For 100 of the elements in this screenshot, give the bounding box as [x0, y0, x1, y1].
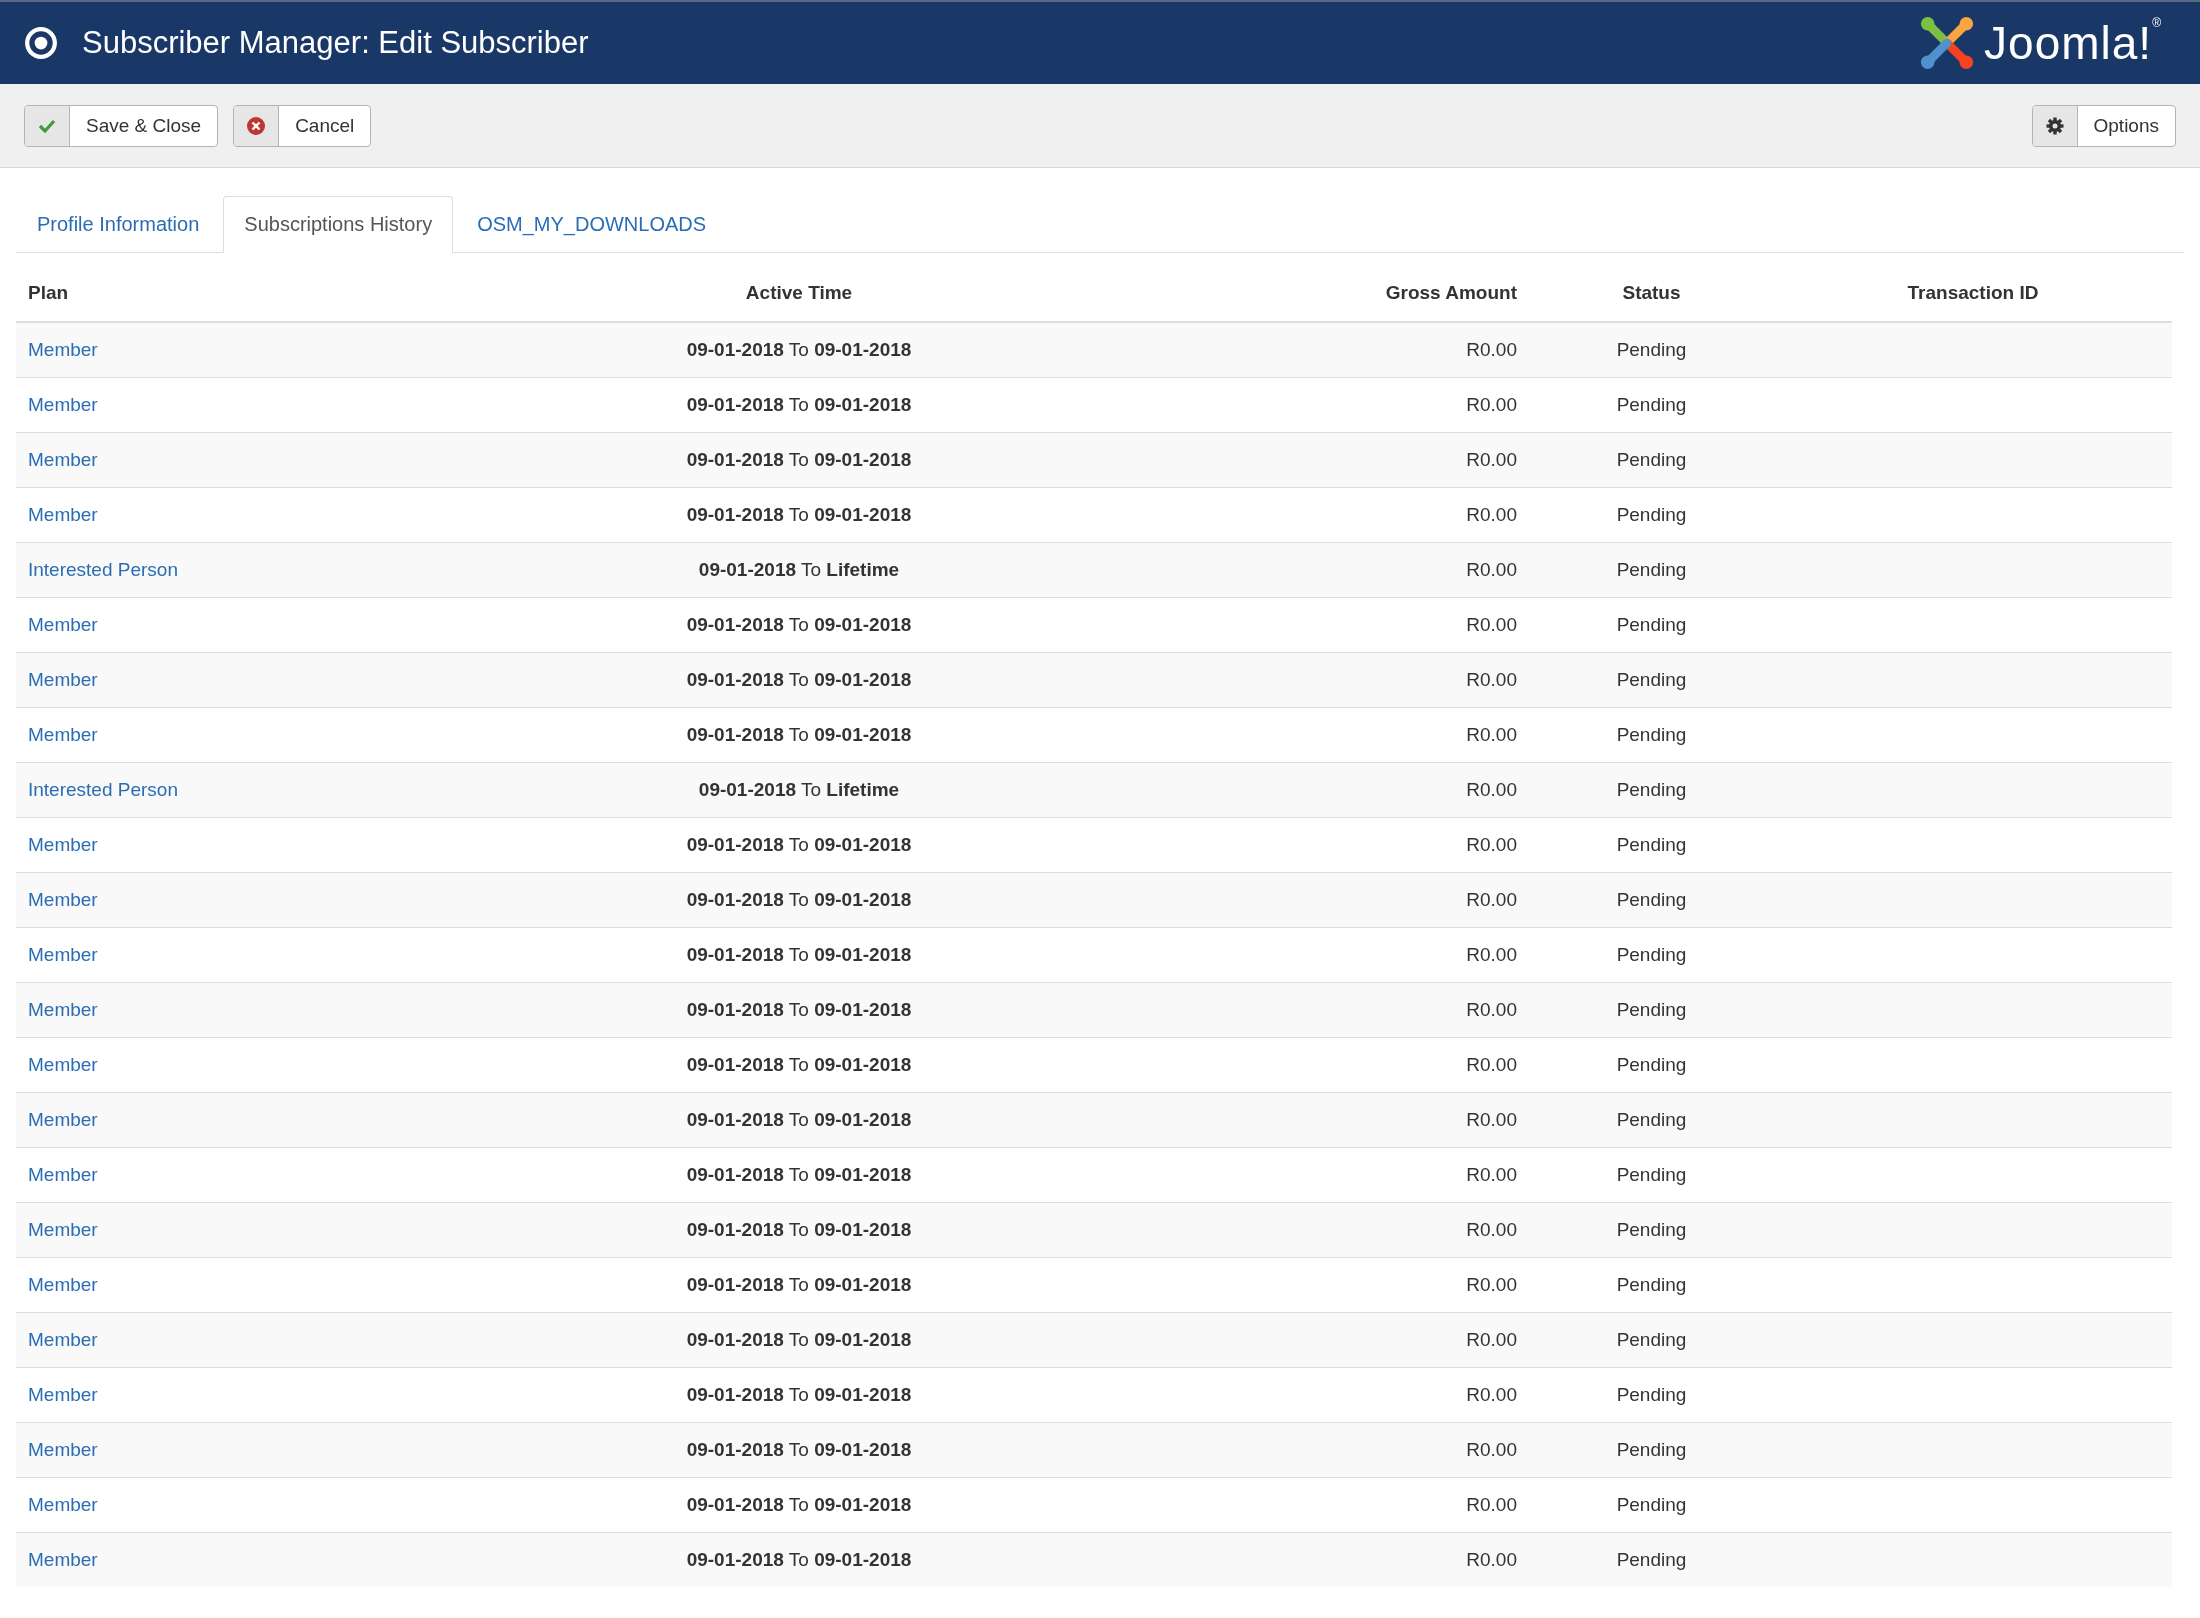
close-icon [246, 115, 267, 136]
active-time: 09-01-2018 To 09-01-2018 [686, 1273, 912, 1295]
status-text: Pending [1616, 723, 1687, 745]
plan-link[interactable]: Member [28, 1218, 98, 1240]
page-title: Subscriber Manager: Edit Subscriber [82, 25, 589, 61]
plan-link[interactable]: Member [28, 1328, 98, 1350]
plan-link[interactable]: Member [28, 1108, 98, 1130]
status-text: Pending [1616, 448, 1687, 470]
plan-link[interactable]: Member [28, 1273, 98, 1295]
gross-amount: R0.00 [1466, 1328, 1517, 1350]
plan-link[interactable]: Interested Person [28, 558, 178, 580]
status-text: Pending [1616, 1328, 1687, 1350]
plan-link[interactable]: Member [28, 1438, 98, 1460]
active-time: 09-01-2018 To 09-01-2018 [686, 1053, 912, 1075]
active-time: 09-01-2018 To 09-01-2018 [686, 1548, 912, 1570]
status-text: Pending [1616, 668, 1687, 690]
plan-link[interactable]: Member [28, 943, 98, 965]
active-time: 09-01-2018 To Lifetime [698, 778, 900, 800]
gross-amount: R0.00 [1466, 613, 1517, 635]
cancel-button[interactable]: Cancel [233, 104, 372, 147]
status-text: Pending [1616, 393, 1687, 415]
status-text: Pending [1616, 503, 1687, 525]
plan-link[interactable]: Member [28, 613, 98, 635]
plan-link[interactable]: Member [28, 503, 98, 525]
status-text: Pending [1616, 888, 1687, 910]
gross-amount: R0.00 [1466, 1108, 1517, 1130]
active-time: 09-01-2018 To 09-01-2018 [686, 1108, 912, 1130]
gross-amount: R0.00 [1466, 338, 1517, 360]
active-time: 09-01-2018 To 09-01-2018 [686, 503, 912, 525]
plan-link[interactable]: Member [28, 393, 98, 415]
plan-link[interactable]: Member [28, 1548, 98, 1570]
status-text: Pending [1616, 1383, 1687, 1405]
target-icon [24, 26, 58, 60]
plan-link[interactable]: Member [28, 998, 98, 1020]
gross-amount: R0.00 [1466, 888, 1517, 910]
active-time: 09-01-2018 To 09-01-2018 [686, 723, 912, 745]
gross-amount: R0.00 [1466, 393, 1517, 415]
active-time: 09-01-2018 To 09-01-2018 [686, 1383, 912, 1405]
active-time: 09-01-2018 To 09-01-2018 [686, 668, 912, 690]
status-text: Pending [1616, 1493, 1687, 1515]
gross-amount: R0.00 [1466, 668, 1517, 690]
active-time: 09-01-2018 To 09-01-2018 [686, 1438, 912, 1460]
gross-amount: R0.00 [1466, 1273, 1517, 1295]
status-text: Pending [1616, 1053, 1687, 1075]
active-time: 09-01-2018 To 09-01-2018 [686, 1493, 912, 1515]
gross-amount: R0.00 [1466, 1053, 1517, 1075]
options-button[interactable]: Options [2031, 104, 2176, 147]
active-time: 09-01-2018 To 09-01-2018 [686, 1328, 912, 1350]
active-time: 09-01-2018 To 09-01-2018 [686, 1163, 912, 1185]
plan-link[interactable]: Member [28, 888, 98, 910]
gross-amount: R0.00 [1466, 778, 1517, 800]
plan-link[interactable]: Member [28, 1163, 98, 1185]
active-time: 09-01-2018 To 09-01-2018 [686, 833, 912, 855]
gross-amount: R0.00 [1466, 943, 1517, 965]
plan-link[interactable]: Member [28, 1383, 98, 1405]
brand-name: Joomla!$^{®}$ [1984, 16, 2162, 70]
gross-amount: R0.00 [1466, 833, 1517, 855]
status-text: Pending [1616, 778, 1687, 800]
status-text: Pending [1616, 558, 1687, 580]
tab[interactable]: OSM_MY_DOWNLOADS [456, 196, 728, 253]
active-time: 09-01-2018 To Lifetime [698, 558, 900, 580]
status-text: Pending [1616, 833, 1687, 855]
status-text: Pending [1616, 998, 1687, 1020]
active-time: 09-01-2018 To 09-01-2018 [686, 1218, 912, 1240]
gross-amount: R0.00 [1466, 1548, 1517, 1570]
save-close-button[interactable]: Save & Close [24, 104, 219, 147]
plan-link[interactable]: Interested Person [28, 778, 178, 800]
active-time: 09-01-2018 To 09-01-2018 [686, 888, 912, 910]
active-time: 09-01-2018 To 09-01-2018 [686, 943, 912, 965]
status-text: Pending [1616, 1108, 1687, 1130]
gross-amount: R0.00 [1466, 1383, 1517, 1405]
status-text: Pending [1616, 943, 1687, 965]
status-text: Pending [1616, 338, 1687, 360]
status-text: Pending [1616, 613, 1687, 635]
plan-link[interactable]: Member [28, 668, 98, 690]
gross-amount: R0.00 [1466, 998, 1517, 1020]
plan-link[interactable]: Member [28, 1493, 98, 1515]
settings-icon [2044, 115, 2065, 136]
active-time: 09-01-2018 To 09-01-2018 [686, 613, 912, 635]
status-text: Pending [1616, 1548, 1687, 1570]
gross-amount: R0.00 [1466, 1493, 1517, 1515]
active-time: 09-01-2018 To 09-01-2018 [686, 338, 912, 360]
plan-link[interactable]: Member [28, 833, 98, 855]
active-time: 09-01-2018 To 09-01-2018 [686, 998, 912, 1020]
tab[interactable]: Subscriptions History [223, 196, 454, 253]
gross-amount: R0.00 [1466, 1163, 1517, 1185]
gross-amount: R0.00 [1466, 503, 1517, 525]
gross-amount: R0.00 [1466, 723, 1517, 745]
gross-amount: R0.00 [1466, 448, 1517, 470]
gross-amount: R0.00 [1466, 1218, 1517, 1240]
tab[interactable]: Profile Information [16, 196, 221, 253]
active-time: 09-01-2018 To 09-01-2018 [686, 448, 912, 470]
plan-link[interactable]: Member [28, 1053, 98, 1075]
gross-amount: R0.00 [1466, 558, 1517, 580]
plan-link[interactable]: Member [28, 723, 98, 745]
status-text: Pending [1616, 1218, 1687, 1240]
plan-link[interactable]: Member [28, 338, 98, 360]
status-text: Pending [1616, 1438, 1687, 1460]
plan-link[interactable]: Member [28, 448, 98, 470]
status-text: Pending [1616, 1163, 1687, 1185]
